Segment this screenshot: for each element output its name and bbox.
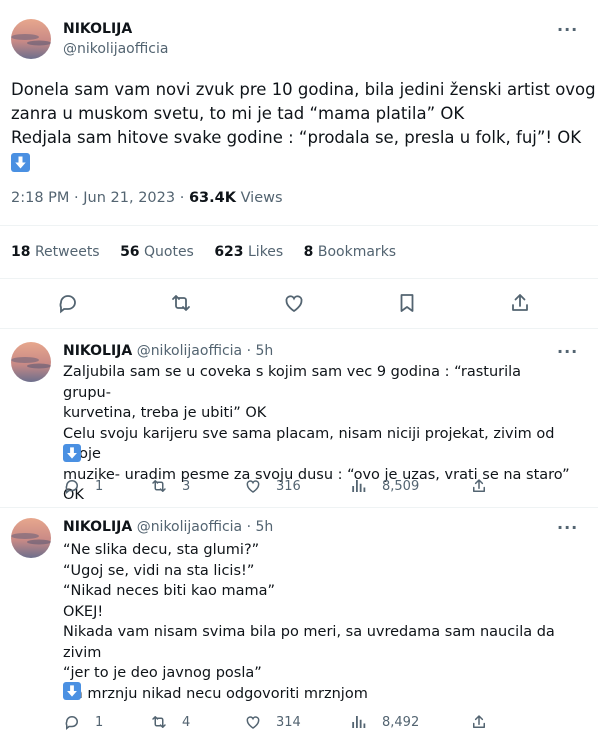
share-button[interactable] xyxy=(470,477,502,495)
bookmark-icon[interactable] xyxy=(395,291,419,315)
user-handle[interactable]: @nikolijaofficia xyxy=(137,343,242,359)
tweet-text: Donela sam vam novi zvuk pre 10 godina, … xyxy=(11,80,596,147)
retweets-stat[interactable]: 18 Retweets xyxy=(11,244,100,260)
retweet-icon[interactable] xyxy=(169,291,193,315)
retweet-count: 3 xyxy=(182,478,191,494)
avatar[interactable] xyxy=(11,19,51,59)
engagement-stats: 18 Retweets 56 Quotes 623 Likes 8 Bookma… xyxy=(11,244,412,260)
reply-header: NIKOLIJA @nikolijaofficia · 5h xyxy=(63,519,274,535)
views-count: 8,509 xyxy=(382,478,420,494)
reply-count: 1 xyxy=(95,478,104,494)
more-options-icon[interactable]: ··· xyxy=(557,342,578,361)
share-button[interactable] xyxy=(470,713,502,731)
more-options-icon[interactable]: ··· xyxy=(557,20,578,39)
retweet-count: 4 xyxy=(182,714,191,730)
reply-button[interactable]: 1 xyxy=(63,713,103,731)
like-count: 314 xyxy=(276,714,301,730)
divider xyxy=(0,225,598,226)
tweet-timestamp[interactable]: 2:18 PM · Jun 21, 2023 · 63.4K Views xyxy=(11,190,283,206)
views-count: 8,492 xyxy=(382,714,420,730)
reply-count: 1 xyxy=(95,714,104,730)
quotes-stat[interactable]: 56 Quotes xyxy=(120,244,194,260)
avatar[interactable] xyxy=(11,518,51,558)
share-icon[interactable] xyxy=(508,291,532,315)
divider xyxy=(0,328,598,329)
more-options-icon[interactable]: ··· xyxy=(557,518,578,537)
display-name[interactable]: NIKOLIJA xyxy=(63,519,132,535)
views-button[interactable]: 8,492 xyxy=(350,713,419,731)
user-handle[interactable]: @nikolijaofficia xyxy=(63,41,168,57)
reply-text: “Ne slika decu, sta glumi?” “Ugoj se, vi… xyxy=(63,542,555,702)
tweet-time[interactable]: 2:18 PM xyxy=(11,190,69,206)
reply-header: NIKOLIJA @nikolijaofficia · 5h xyxy=(63,343,274,359)
divider xyxy=(0,278,598,279)
views-button[interactable]: 8,509 xyxy=(350,477,419,495)
reply-time[interactable]: 5h xyxy=(256,343,274,359)
avatar[interactable] xyxy=(11,342,51,382)
reply-button[interactable]: 1 xyxy=(63,477,103,495)
retweet-button[interactable]: 3 xyxy=(150,477,190,495)
likes-stat[interactable]: 623 Likes xyxy=(214,244,283,260)
like-button[interactable]: 314 xyxy=(244,713,301,731)
like-button[interactable]: 316 xyxy=(244,477,301,495)
reply-time[interactable]: 5h xyxy=(256,519,274,535)
user-handle[interactable]: @nikolijaofficia xyxy=(137,519,242,535)
reply-icon[interactable] xyxy=(56,291,80,315)
divider xyxy=(0,507,598,508)
down-arrow-emoji-icon xyxy=(63,444,81,462)
retweet-button[interactable]: 4 xyxy=(150,713,190,731)
like-icon[interactable] xyxy=(282,291,306,315)
like-count: 316 xyxy=(276,478,301,494)
tweet-date[interactable]: Jun 21, 2023 xyxy=(83,190,175,206)
display-name[interactable]: NIKOLIJA xyxy=(63,343,132,359)
down-arrow-emoji-icon xyxy=(11,153,30,172)
views-label: Views xyxy=(240,190,283,206)
display-name[interactable]: NIKOLIJA xyxy=(63,21,132,37)
down-arrow-emoji-icon xyxy=(63,682,81,700)
views-count: 63.4K xyxy=(188,190,236,206)
bookmarks-stat[interactable]: 8 Bookmarks xyxy=(304,244,396,260)
